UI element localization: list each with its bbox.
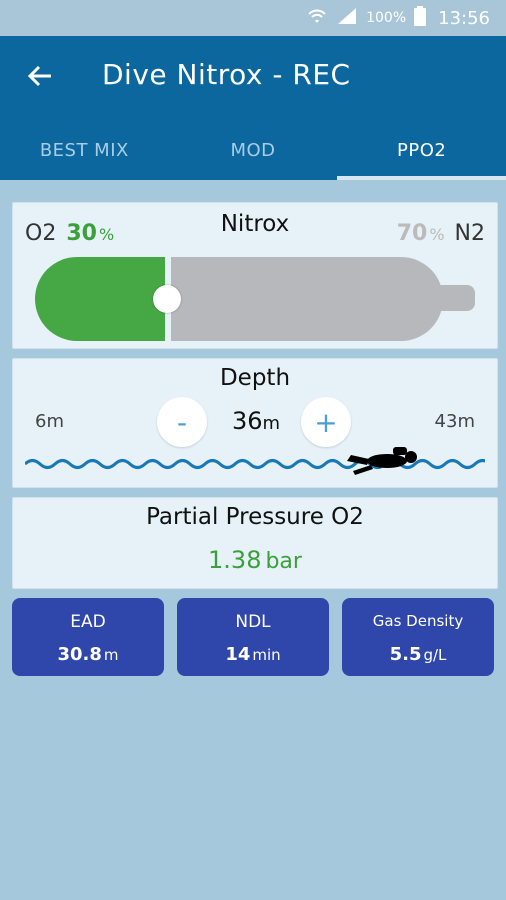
o2-label: O2 xyxy=(25,221,57,246)
pp-number: 1.38 xyxy=(208,546,262,574)
o2-value: 30 xyxy=(66,221,97,246)
tank-valve xyxy=(439,285,475,311)
tank-o2-fill xyxy=(35,257,165,341)
pp-value: 1.38 bar xyxy=(13,546,497,574)
o2-unit: % xyxy=(98,225,115,244)
n2-value: 70 xyxy=(396,221,428,246)
tab-ppo2[interactable]: PPO2 xyxy=(337,120,506,180)
gas-density-unit: g/L xyxy=(423,646,447,664)
depth-unit: m xyxy=(262,413,281,434)
pp-unit: bar xyxy=(265,549,302,574)
ndl-label: NDL xyxy=(235,612,271,632)
wifi-icon xyxy=(306,7,328,29)
o2-readout: O2 30% xyxy=(25,221,114,246)
depth-title: Depth xyxy=(219,365,291,391)
increase-depth-button[interactable]: + xyxy=(301,397,351,447)
signal-icon xyxy=(336,7,358,29)
status-bar: 100% 13:56 xyxy=(0,0,506,36)
gas-density-label: Gas Density xyxy=(372,612,464,630)
ndl-box[interactable]: NDL 14 min xyxy=(177,598,329,676)
battery-icon xyxy=(414,6,427,30)
mix-slider-handle[interactable] xyxy=(153,285,181,313)
ead-label: EAD xyxy=(70,612,106,632)
ead-box[interactable]: EAD 30.8 m xyxy=(12,598,164,676)
pp-title: Partial Pressure O2 xyxy=(146,504,364,530)
n2-readout: 70% N2 xyxy=(397,221,485,246)
status-icons: 100% 13:56 xyxy=(306,6,490,30)
depth-value: 36m xyxy=(215,407,297,435)
tab-mod[interactable]: MOD xyxy=(169,120,338,180)
n2-unit: % xyxy=(429,225,445,244)
ndl-unit: min xyxy=(252,646,281,664)
depth-number: 36 xyxy=(231,407,263,435)
depth-max: 43m xyxy=(434,411,475,432)
depth-min: 6m xyxy=(35,411,64,432)
n2-label: N2 xyxy=(454,221,485,246)
gas-density-value: 5.5 g/L xyxy=(342,644,494,665)
gas-density-number: 5.5 xyxy=(389,644,422,665)
nitrox-card: Nitrox O2 30% 70% N2 xyxy=(12,202,498,349)
app-title: Dive Nitrox - REC xyxy=(102,58,351,91)
depth-card: Depth 6m - 36m + 43m xyxy=(12,358,498,488)
tank-n2-fill xyxy=(171,257,443,341)
clock: 13:56 xyxy=(438,7,490,29)
nitrox-tank xyxy=(35,257,475,343)
ead-unit: m xyxy=(103,646,119,664)
tab-best-mix[interactable]: BEST MIX xyxy=(0,120,169,180)
ead-number: 30.8 xyxy=(57,644,102,665)
diver-icon[interactable] xyxy=(347,441,425,475)
ndl-value: 14 min xyxy=(177,644,329,665)
partial-pressure-card: Partial Pressure O2 1.38 bar xyxy=(12,497,498,589)
battery-percent: 100% xyxy=(366,10,407,26)
ndl-number: 14 xyxy=(225,644,251,665)
decrease-depth-button[interactable]: - xyxy=(157,397,207,447)
app-bar: Dive Nitrox - REC xyxy=(0,36,506,120)
gas-density-box[interactable]: Gas Density 5.5 g/L xyxy=(342,598,494,676)
ead-value: 30.8 m xyxy=(12,644,164,665)
tab-bar: BEST MIX MOD PPO2 xyxy=(0,120,506,180)
back-arrow-icon[interactable] xyxy=(22,58,58,94)
